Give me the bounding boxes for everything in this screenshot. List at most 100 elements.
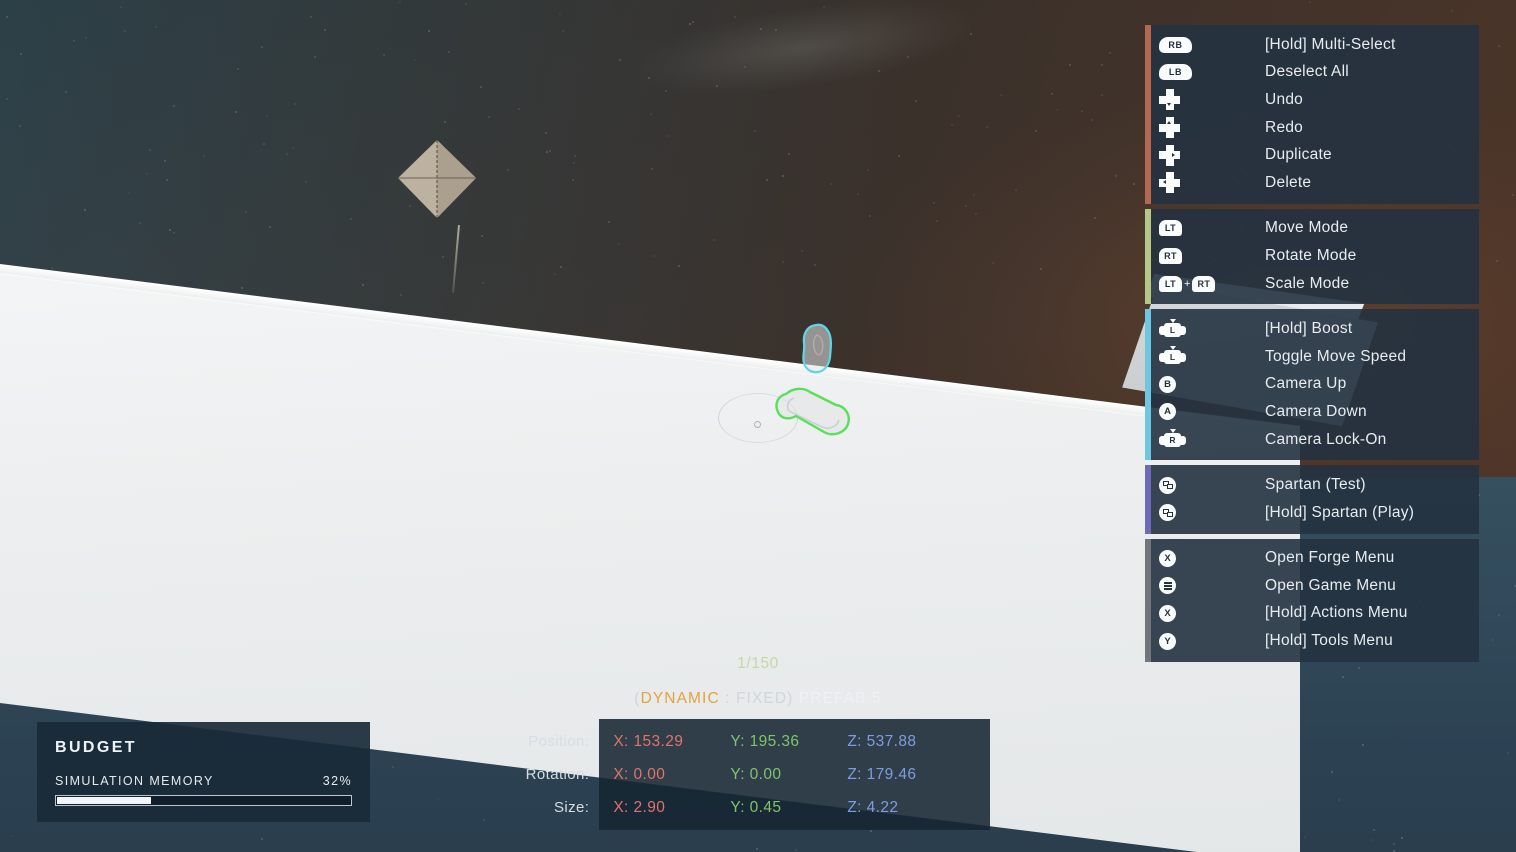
camera-group: L [Hold] Boost L Toggle Move Speed B Camera U… — [1145, 309, 1479, 461]
menu-group: X Open Forge Menu Open Game Menu X [Hold] Ac… — [1145, 538, 1479, 663]
control-row[interactable]: Duplicate — [1145, 141, 1479, 169]
control-row[interactable]: Spartan (Test) — [1145, 471, 1479, 499]
plus-icon: + — [1184, 277, 1191, 290]
object-title-mid: : FIXED) — [719, 690, 794, 707]
transform-y-value[interactable]: Y: 0.45 — [730, 799, 847, 817]
object-name: PREFAB 5 — [793, 690, 882, 707]
forge-editor-screen: RB [Hold] Multi-Select LB Deselect All Undo R… — [0, 0, 1516, 852]
b-button-icon: B — [1159, 375, 1176, 393]
lt-trigger-icon: LT — [1159, 220, 1182, 237]
transform-row[interactable]: X: 153.29 Y: 195.36 Z: 537.88 — [613, 725, 964, 758]
control-icon-slot: L — [1159, 318, 1211, 340]
control-row[interactable]: LT + RT Scale Mode — [1145, 270, 1479, 298]
control-row[interactable]: X [Hold] Actions Menu — [1145, 600, 1479, 628]
control-label: Deselect All — [1265, 63, 1349, 81]
lt-plus-rt-icon: LT + RT — [1159, 275, 1216, 292]
control-icon-slot — [1159, 172, 1211, 194]
lt-trigger-icon: LT — [1159, 275, 1182, 292]
a-button-icon: A — [1159, 403, 1176, 421]
transform-label: Rotation: — [525, 766, 590, 783]
control-icon-slot: B — [1159, 375, 1211, 393]
control-row[interactable]: A Camera Down — [1145, 398, 1479, 426]
control-icon-slot — [1159, 504, 1211, 522]
control-label: [Hold] Multi-Select — [1265, 35, 1396, 53]
control-icon-slot — [1159, 89, 1211, 111]
control-row[interactable]: L [Hold] Boost — [1145, 315, 1479, 343]
control-label: Duplicate — [1265, 146, 1332, 164]
control-label: [Hold] Actions Menu — [1265, 604, 1408, 622]
x-button-icon: X — [1159, 604, 1176, 622]
control-row[interactable]: R Camera Lock-On — [1145, 426, 1479, 454]
transform-x-value[interactable]: X: 153.29 — [613, 733, 730, 751]
dpad-right-icon — [1159, 144, 1180, 166]
menu-button-icon — [1159, 577, 1176, 595]
control-row[interactable]: X Open Forge Menu — [1145, 545, 1479, 573]
control-row[interactable]: RT Rotate Mode — [1145, 242, 1479, 270]
transform-x-value[interactable]: X: 0.00 — [613, 766, 730, 784]
control-row[interactable]: B Camera Up — [1145, 371, 1479, 399]
control-label: Camera Up — [1265, 375, 1347, 393]
rt-trigger-icon: RT — [1192, 275, 1216, 292]
kite-prop-icon[interactable] — [396, 138, 478, 220]
control-label: Rotate Mode — [1265, 246, 1357, 264]
x-button-icon: X — [1159, 549, 1176, 567]
control-icon-slot: X — [1159, 549, 1211, 567]
object-physics-badge: DYNAMIC — [640, 690, 720, 707]
selection-group: RB [Hold] Multi-Select LB Deselect All Undo R… — [1145, 25, 1479, 204]
transform-labels: Position: Rotation: Size: — [526, 719, 590, 824]
control-icon-slot — [1159, 117, 1211, 139]
control-row[interactable]: LB Deselect All — [1145, 59, 1479, 87]
budget-panel: BUDGET SIMULATION MEMORY 32% — [37, 722, 370, 822]
transform-values-box[interactable]: X: 153.29 Y: 195.36 Z: 537.88 X: 0.00 Y: 0.0… — [599, 719, 991, 830]
transform-z-value[interactable]: Z: 537.88 — [847, 733, 964, 751]
budget-metric-label: SIMULATION MEMORY — [55, 774, 214, 788]
control-row[interactable]: L Toggle Move Speed — [1145, 343, 1479, 371]
control-icon-slot: LT — [1159, 220, 1211, 237]
right-stick-down-icon: R — [1159, 429, 1186, 450]
controls-legend-panel: RB [Hold] Multi-Select LB Deselect All Undo R… — [1145, 25, 1479, 663]
control-label: Camera Down — [1265, 402, 1367, 420]
control-icon-slot — [1159, 144, 1211, 166]
control-row[interactable]: Redo — [1145, 114, 1479, 142]
spartan-group: Spartan (Test) [Hold] Spartan (Play) — [1145, 465, 1479, 534]
transform-y-value[interactable]: Y: 0.00 — [730, 766, 847, 784]
control-row[interactable]: Open Game Menu — [1145, 572, 1479, 600]
transform-label: Size: — [553, 799, 590, 816]
control-icon-slot — [1159, 476, 1211, 494]
control-row[interactable]: RB [Hold] Multi-Select — [1145, 31, 1479, 59]
control-label: Move Mode — [1265, 219, 1349, 237]
lb-bumper-icon: LB — [1159, 64, 1192, 81]
transform-z-value[interactable]: Z: 4.22 — [847, 799, 964, 817]
control-icon-slot: L — [1159, 346, 1211, 367]
transform-x-value[interactable]: X: 2.90 — [613, 799, 730, 817]
budget-title: BUDGET — [55, 739, 137, 756]
budget-progress-track — [55, 795, 352, 806]
control-label: Undo — [1265, 90, 1304, 108]
transform-z-value[interactable]: Z: 179.46 — [847, 766, 964, 784]
control-row[interactable]: Delete — [1145, 169, 1479, 197]
control-label: Camera Lock-On — [1265, 430, 1387, 448]
control-icon-slot — [1159, 577, 1211, 595]
object-count: 1/150 — [737, 655, 779, 672]
control-row[interactable]: [Hold] Spartan (Play) — [1145, 499, 1479, 527]
control-label: Delete — [1265, 173, 1312, 191]
control-label: Redo — [1265, 118, 1304, 136]
selected-object-outline[interactable] — [772, 378, 858, 438]
highlighted-object-outline[interactable] — [798, 323, 838, 375]
transform-row[interactable]: X: 2.90 Y: 0.45 Z: 4.22 — [613, 791, 964, 824]
control-label: [Hold] Boost — [1265, 320, 1353, 338]
control-row[interactable]: Undo — [1145, 86, 1479, 114]
control-label: Toggle Move Speed — [1265, 347, 1407, 365]
transform-readout: Position: Rotation: Size: X: 153.29 Y: 195.… — [526, 719, 991, 830]
transform-y-value[interactable]: Y: 195.36 — [730, 733, 847, 751]
control-label: [Hold] Tools Menu — [1265, 632, 1394, 650]
control-label: Open Game Menu — [1265, 576, 1397, 594]
dpad-left-icon — [1159, 172, 1180, 194]
transform-mode-group: LT Move Mode RT Rotate Mode LT + RT Scale Mode — [1145, 208, 1479, 305]
transform-row[interactable]: X: 0.00 Y: 0.00 Z: 179.46 — [613, 758, 964, 791]
control-row[interactable]: Y [Hold] Tools Menu — [1145, 627, 1479, 655]
control-icon-slot: A — [1159, 403, 1211, 421]
left-stick-down-icon: L — [1159, 318, 1186, 340]
placement-center-dot — [754, 421, 761, 428]
control-row[interactable]: LT Move Mode — [1145, 215, 1479, 243]
